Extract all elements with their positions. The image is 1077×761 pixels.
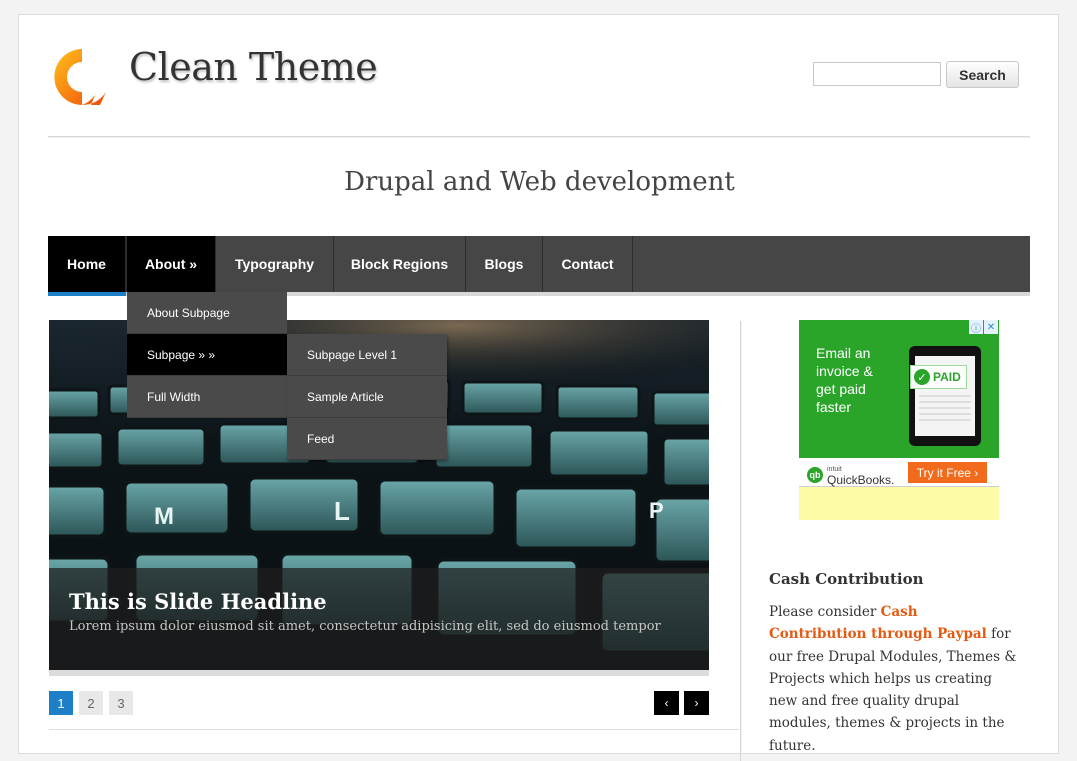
quickbooks-logo: qb intuit QuickBooks. [807, 464, 894, 486]
nav-item-blogs[interactable]: Blogs [466, 236, 543, 292]
subpage-dropdown: Subpage Level 1 Sample Article Feed [287, 334, 447, 460]
slider-page-3[interactable]: 3 [109, 691, 133, 715]
block-title: Cash Contribution [769, 570, 924, 588]
nav-item-typography[interactable]: Typography [216, 236, 334, 292]
site-slogan: Drupal and Web development [344, 167, 735, 197]
content-divider [49, 729, 739, 730]
nav-item-about[interactable]: About » [126, 236, 216, 292]
slider-next-button[interactable]: › [684, 691, 709, 715]
dropdown-item-subpage-level-1[interactable]: Subpage Level 1 [287, 334, 447, 376]
block-body: Please consider Cash Contribution throug… [769, 604, 1017, 754]
search-button[interactable]: Search [946, 61, 1019, 88]
nav-item-contact[interactable]: Contact [543, 236, 633, 292]
ad-close-icon[interactable]: ✕ [984, 320, 998, 334]
dropdown-item-subpage[interactable]: Subpage » » [127, 334, 287, 376]
slide-text: Lorem ipsum dolor eiusmod sit amet, cons… [69, 619, 661, 634]
site-name[interactable]: Clean Theme [129, 45, 378, 89]
site-logo-icon[interactable] [51, 46, 113, 108]
keycap-letter-p: P [649, 498, 664, 523]
nav-item-home[interactable]: Home [48, 236, 126, 292]
about-dropdown: About Subpage Subpage » » Full Width [127, 292, 287, 418]
slider-page-2[interactable]: 2 [79, 691, 103, 715]
ad-info-icon[interactable]: ⓘ [969, 320, 983, 335]
sidebar-divider [740, 321, 742, 761]
ad-text: Email an invoice & get paid faster [816, 345, 873, 415]
keycap-letter-m: M [154, 503, 174, 530]
paid-badge: ✓ PAID [910, 365, 967, 389]
nav-active-indicator [48, 292, 126, 296]
header-divider [48, 136, 1030, 138]
keycap-letter-l: L [334, 496, 350, 526]
nav-item-block-regions[interactable]: Block Regions [334, 236, 466, 292]
slide-bottom-bar [49, 670, 709, 676]
qb-logo-icon: qb [807, 467, 823, 483]
dropdown-item-sample-article[interactable]: Sample Article [287, 376, 447, 418]
quickbooks-ad[interactable]: Email an invoice & get paid faster ✓ PAI… [799, 320, 999, 520]
dropdown-item-full-width[interactable]: Full Width [127, 376, 287, 418]
slider-prev-button[interactable]: ‹ [654, 691, 679, 715]
search-input[interactable] [813, 62, 941, 86]
dropdown-item-feed[interactable]: Feed [287, 418, 447, 460]
slide-headline[interactable]: This is Slide Headline [69, 589, 327, 614]
dropdown-item-about-subpage[interactable]: About Subpage [127, 292, 287, 334]
page-container: Clean Theme Search Drupal and Web develo… [18, 14, 1059, 761]
try-it-free-button[interactable]: Try it Free › [908, 462, 987, 483]
tablet-icon [909, 346, 981, 451]
check-icon: ✓ [914, 369, 930, 385]
slider-page-1[interactable]: 1 [49, 691, 73, 715]
